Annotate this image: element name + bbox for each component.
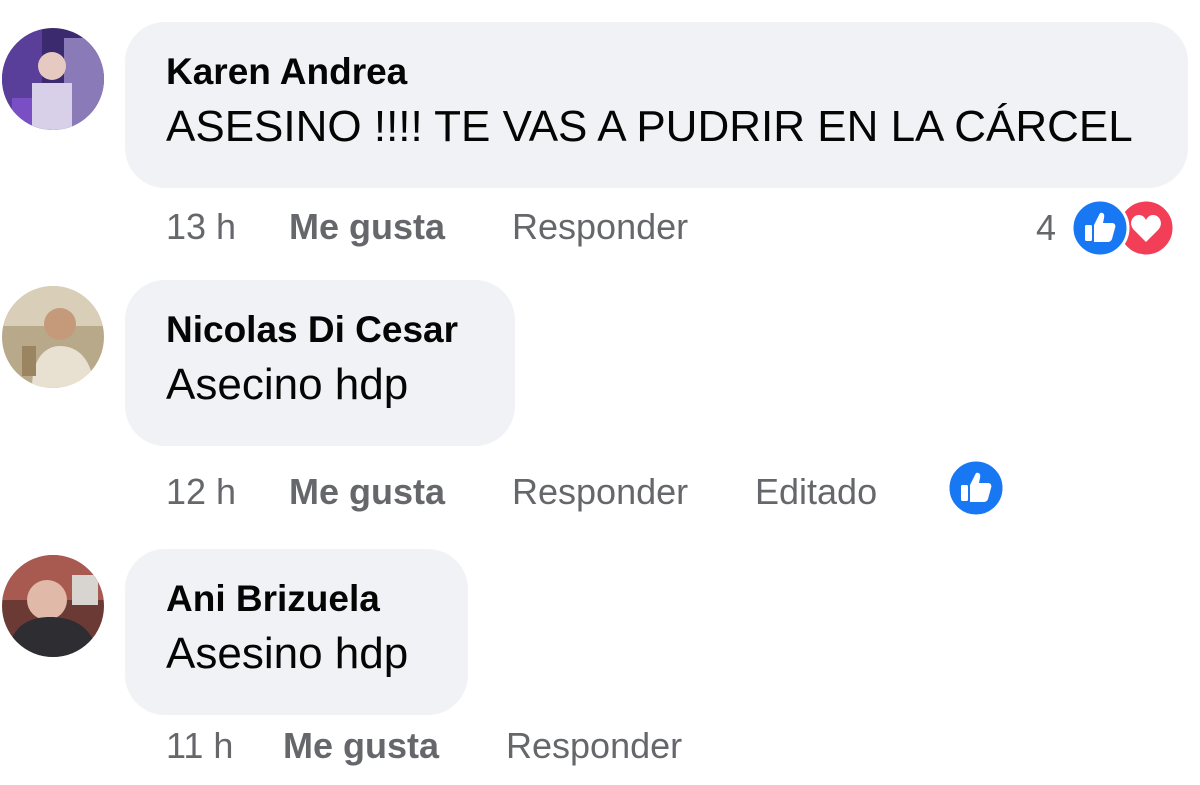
like-icon [1070,198,1130,258]
comment-timestamp[interactable]: 12 h [166,467,236,517]
comment-item: Nicolas Di Cesar Asecino hdp 12 h Me gus… [0,270,1200,535]
avatar[interactable] [2,555,104,657]
comment-author[interactable]: Ani Brizuela [166,579,428,619]
comments-list: Karen Andrea ASESINO !!!! TE VAS A PUDRI… [0,0,1200,785]
reply-button[interactable]: Responder [512,467,688,517]
edited-label: Editado [755,471,878,512]
reactions-summary[interactable] [946,458,1010,518]
comment-bubble: Karen Andrea ASESINO !!!! TE VAS A PUDRI… [125,22,1188,188]
reply-button[interactable]: Responder [512,202,688,252]
comment-author[interactable]: Nicolas Di Cesar [166,310,475,350]
comment-item: Ani Brizuela Asesino hdp 11 h Me gusta R… [0,535,1200,785]
comment-text: Asecino hdp [166,360,409,409]
reply-button[interactable]: Responder [506,721,682,771]
comment-text: Asesino hdp [166,629,409,678]
like-icon [946,458,1006,518]
comment-bubble: Ani Brizuela Asesino hdp [125,549,468,715]
avatar[interactable] [2,28,104,130]
comment-item: Karen Andrea ASESINO !!!! TE VAS A PUDRI… [0,0,1200,270]
comment-timestamp[interactable]: 13 h [166,202,236,252]
comment-text: ASESINO !!!! TE VAS A PUDRIR EN LA CÁRCE… [166,102,1133,151]
like-button[interactable]: Me gusta [289,202,445,252]
comment-author[interactable]: Karen Andrea [166,52,1148,92]
avatar[interactable] [2,286,104,388]
comment-bubble: Nicolas Di Cesar Asecino hdp [125,280,515,446]
reactions-summary[interactable]: 4 [1030,198,1180,258]
comment-timestamp[interactable]: 11 h [166,721,233,771]
like-button[interactable]: Me gusta [289,467,445,517]
like-button[interactable]: Me gusta [283,721,439,771]
reaction-count: 4 [1036,207,1057,248]
